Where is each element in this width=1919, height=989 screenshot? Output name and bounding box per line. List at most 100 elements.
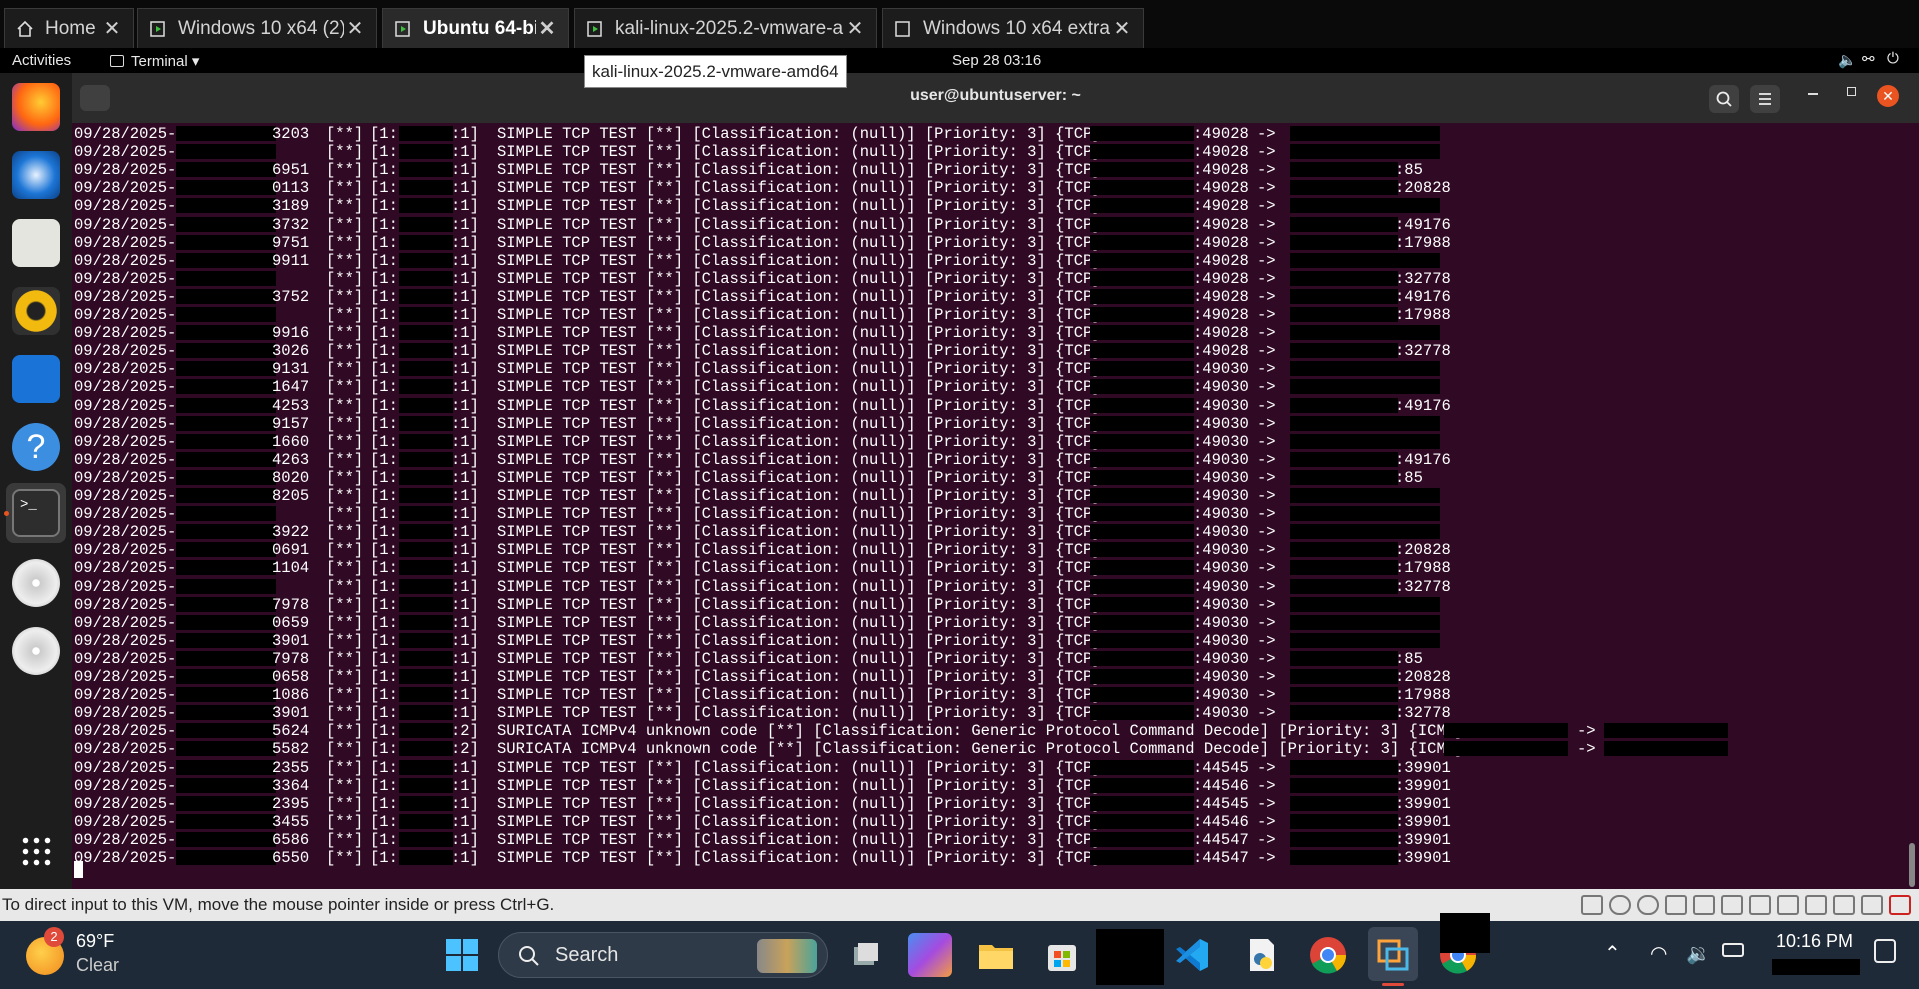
redaction-bar [1090, 632, 1194, 648]
taskbar-search[interactable]: Search [498, 932, 828, 978]
log-dst-port: :20828 [1395, 668, 1451, 686]
tab-ubuntu-64-bit[interactable]: Ubuntu 64-bit ✕ [382, 8, 569, 48]
log-src-port: :49030 [1193, 360, 1249, 379]
tab-kali-linux[interactable]: kali-linux-2025.2-vmware-am... ✕ [574, 8, 877, 48]
hard-disk-icon[interactable] [1581, 895, 1603, 915]
minimize-icon[interactable] [1808, 93, 1818, 95]
microsoft-store-icon[interactable] [1040, 933, 1084, 977]
show-apps-icon[interactable] [20, 835, 52, 867]
close-icon[interactable]: ✕ [1877, 85, 1899, 107]
vscode-icon[interactable] [1170, 933, 1214, 977]
file-explorer-icon[interactable] [974, 933, 1018, 977]
chrome-icon[interactable] [1306, 933, 1350, 977]
scrollbar[interactable] [1909, 843, 1915, 887]
log-stars: [**] [326, 197, 364, 216]
log-timestamp: 09/28/2025- [74, 414, 177, 433]
help-icon[interactable]: ? [12, 423, 60, 471]
activities-button[interactable]: Activities [12, 52, 71, 69]
network-icon[interactable]: ⚯ [1862, 50, 1875, 68]
redaction-bar [1290, 705, 1398, 721]
redaction-bar [1090, 795, 1194, 811]
redaction-bar [1090, 144, 1194, 160]
firefox-icon[interactable] [12, 83, 60, 131]
log-message: SIMPLE TCP TEST [**] [Classification: (n… [497, 360, 1102, 379]
log-sig-prefix: [1: [370, 559, 398, 578]
redaction-bar [176, 343, 276, 359]
log-stars: [**] [326, 686, 364, 705]
log-time-suffix: 3901 [272, 704, 310, 723]
tab-tooltip: kali-linux-2025.2-vmware-amd64 [584, 55, 847, 88]
speaker-icon[interactable]: 🔉 [1686, 941, 1711, 966]
log-sig-rev: :1] [451, 251, 479, 270]
redaction-bar [1290, 560, 1398, 576]
tab-windows-10-x64-2[interactable]: Windows 10 x64 (2) ✕ [137, 8, 377, 48]
close-icon[interactable]: ✕ [1111, 16, 1133, 41]
terminal-output[interactable]: 09/28/2025- 3203 [**] [1::1] SIMPLE TCP TEST… [72, 123, 1919, 889]
log-arrow: -> [1257, 396, 1276, 415]
dvd-icon[interactable] [12, 627, 60, 675]
redaction-bar [1090, 650, 1194, 666]
temperature[interactable]: 69°F [76, 931, 114, 952]
usb-icon[interactable] [1777, 895, 1799, 915]
floppy-icon[interactable] [1665, 895, 1687, 915]
dvd-icon[interactable] [12, 559, 60, 607]
hamburger-menu-icon[interactable] [1750, 85, 1780, 113]
tab-home[interactable]: Home ✕ [4, 8, 134, 48]
close-icon[interactable]: ✕ [844, 16, 866, 41]
tab-windows-10-x64-extra[interactable]: Windows 10 x64 extra ✕ [882, 8, 1144, 48]
power-icon[interactable]: ⏻ [1887, 50, 1899, 67]
redaction-bar [1090, 270, 1194, 286]
network-adapter-icon[interactable] [1721, 895, 1743, 915]
network-adapter-icon[interactable] [1693, 895, 1715, 915]
app-menu-button[interactable]: Terminal ▾ [131, 52, 199, 70]
notification-bell-icon[interactable] [1874, 939, 1896, 963]
windows-start-icon[interactable] [440, 933, 484, 977]
redaction-bar [399, 451, 453, 467]
stretch-icon[interactable] [1889, 895, 1911, 915]
wifi-icon[interactable]: ◠ [1650, 941, 1667, 966]
close-icon[interactable]: ✕ [101, 16, 123, 41]
redaction-bar [399, 270, 453, 286]
log-stars: [**] [326, 794, 364, 813]
task-view-icon[interactable] [844, 933, 888, 977]
redaction-bar [1090, 325, 1194, 341]
volume-icon[interactable]: 🔈 [1838, 51, 1857, 69]
ubuntu-dock: ? >_ [0, 73, 72, 889]
copilot-icon[interactable] [908, 933, 952, 977]
sound-card-icon[interactable] [1749, 895, 1771, 915]
log-arrow: -> [1257, 595, 1276, 614]
display-icon[interactable] [1833, 895, 1855, 915]
rhythmbox-icon[interactable] [12, 287, 60, 335]
maximize-icon[interactable] [1847, 87, 1856, 96]
cd-rom-icon[interactable] [1609, 895, 1631, 915]
redaction-bar [1090, 451, 1194, 467]
vmware-icon[interactable] [1371, 933, 1415, 977]
log-arrow: -> [1257, 794, 1276, 813]
weather-condition[interactable]: Clear [76, 955, 119, 976]
libreoffice-writer-icon[interactable] [12, 355, 60, 403]
cd-rom-icon[interactable] [1637, 895, 1659, 915]
redaction-bar [1290, 687, 1398, 703]
printer-icon[interactable] [1805, 895, 1827, 915]
log-timestamp: 09/28/2025- [74, 342, 177, 361]
clock[interactable]: Sep 28 03:16 [952, 52, 1041, 69]
close-icon[interactable]: ✕ [344, 16, 366, 41]
redaction-bar [176, 795, 276, 811]
chevron-up-icon[interactable]: ⌃ [1604, 941, 1621, 966]
redaction-bar [399, 379, 453, 395]
log-stars: [**] [326, 324, 364, 343]
message-icon[interactable] [1861, 895, 1883, 915]
clock-time[interactable]: 10:16 PM [1776, 931, 1853, 952]
vm-icon [393, 19, 413, 39]
files-icon[interactable] [12, 219, 60, 267]
close-icon[interactable]: ✕ [536, 16, 558, 41]
thunderbird-icon[interactable] [12, 151, 60, 199]
terminal-icon[interactable]: >_ [12, 489, 60, 537]
log-time-suffix: 3901 [272, 631, 310, 650]
log-src-port: :49028 [1193, 306, 1249, 324]
python-file-icon[interactable] [1240, 933, 1284, 977]
redaction-bar [1090, 126, 1194, 141]
log-message: SIMPLE TCP TEST [**] [Classification: (n… [497, 125, 1102, 143]
battery-icon[interactable] [1722, 943, 1744, 957]
search-icon[interactable] [1709, 85, 1739, 113]
